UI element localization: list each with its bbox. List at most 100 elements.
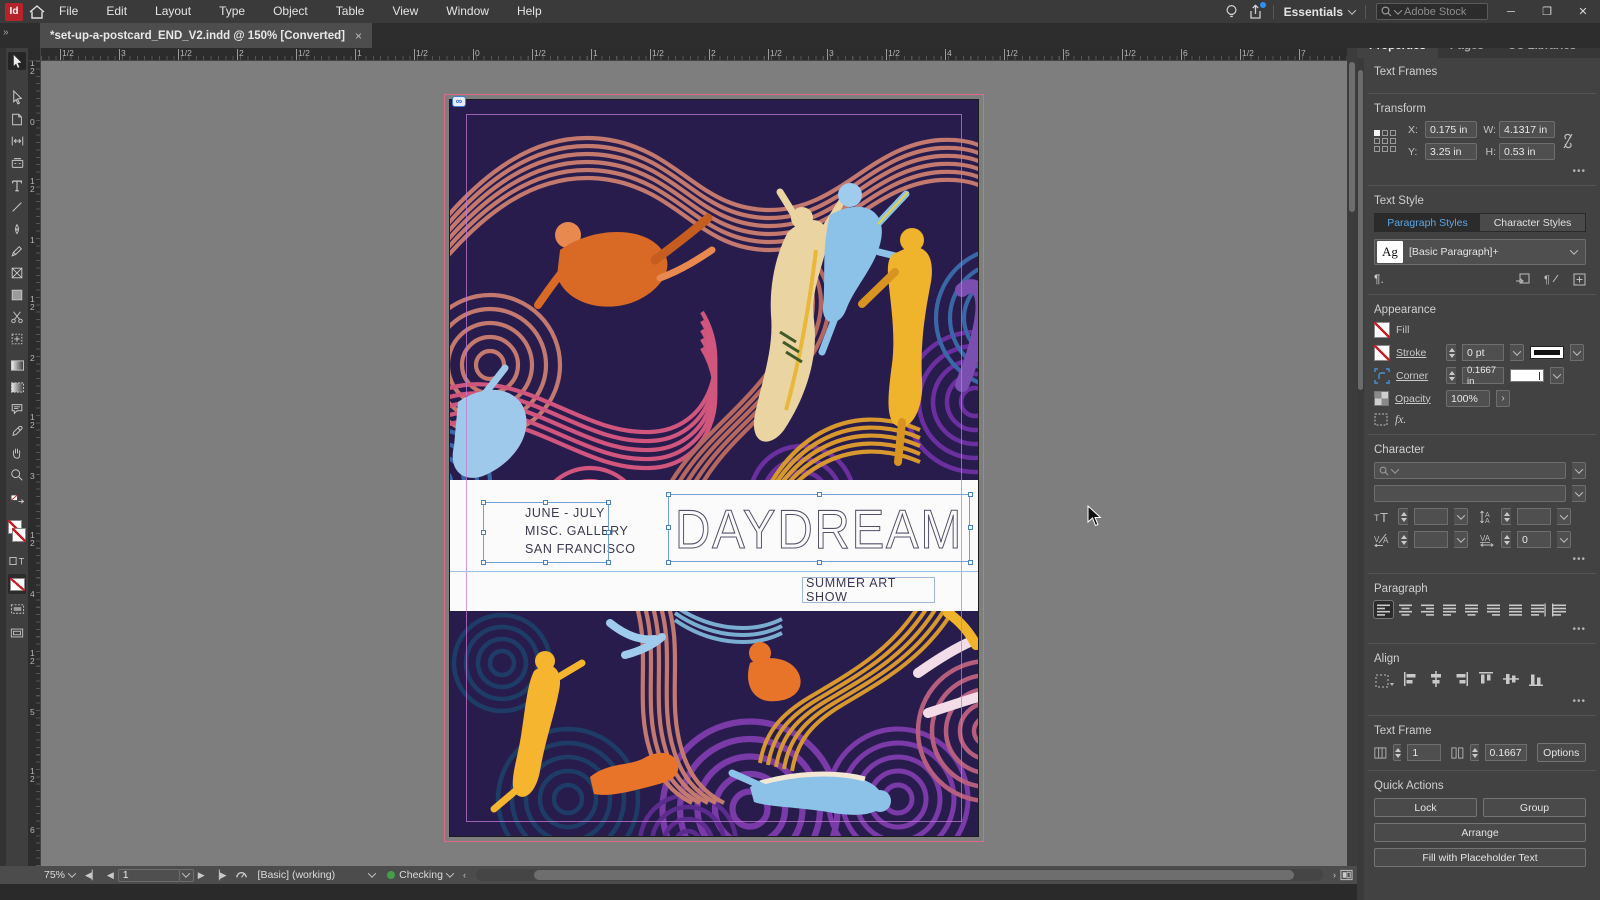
corner-radius-stepper[interactable] bbox=[1446, 367, 1456, 384]
frame-handle[interactable] bbox=[666, 492, 671, 497]
frame-handle[interactable] bbox=[968, 560, 973, 565]
align-left-edges-button[interactable] bbox=[1403, 671, 1419, 690]
tab-paragraph-styles[interactable]: Paragraph Styles bbox=[1375, 214, 1480, 231]
fill-swatch-none[interactable] bbox=[8, 520, 26, 544]
learn-bulb-icon[interactable] bbox=[1225, 4, 1238, 20]
constrain-proportions-icon[interactable] bbox=[1561, 132, 1575, 150]
tracking-input[interactable]: 0 bbox=[1517, 531, 1551, 548]
gradient-swatch-tool[interactable] bbox=[8, 356, 26, 374]
frame-handle[interactable] bbox=[606, 560, 611, 565]
page-tool[interactable] bbox=[8, 110, 26, 128]
paragraph-style-select[interactable]: Ag [Basic Paragraph]+ bbox=[1374, 239, 1586, 265]
align-away-from-spine-button[interactable] bbox=[1550, 601, 1569, 618]
tab-close-icon[interactable]: × bbox=[355, 29, 362, 43]
w-input[interactable]: 4.1317 in bbox=[1499, 121, 1555, 138]
last-page-button[interactable]: ▕▶ bbox=[209, 870, 231, 881]
paragraph-more-options[interactable]: ••• bbox=[1374, 624, 1586, 635]
menu-view[interactable]: View bbox=[378, 0, 432, 23]
title-text-frame[interactable] bbox=[668, 494, 970, 562]
object-style-icon[interactable] bbox=[1374, 413, 1389, 426]
style-override-icon[interactable]: ¶ bbox=[1544, 273, 1559, 285]
x-input[interactable]: 0.175 in bbox=[1425, 121, 1477, 138]
frame-handle[interactable] bbox=[481, 530, 486, 535]
opacity-input[interactable]: 100% bbox=[1446, 390, 1490, 407]
align-bottom-edges-button[interactable] bbox=[1528, 671, 1544, 690]
default-fill-stroke-icon[interactable] bbox=[8, 491, 26, 509]
leading-stepper[interactable] bbox=[1501, 508, 1511, 525]
dates-text-frame[interactable] bbox=[483, 502, 609, 563]
arrange-button[interactable]: Arrange bbox=[1374, 823, 1586, 842]
document-tab[interactable]: *set-up-a-postcard_END_V2.indd @ 150% [C… bbox=[40, 23, 372, 48]
stroke-link[interactable]: Stroke bbox=[1396, 347, 1440, 359]
opacity-link[interactable]: Opacity bbox=[1395, 393, 1440, 405]
rectangle-frame-tool[interactable] bbox=[8, 264, 26, 282]
rectangle-tool[interactable] bbox=[8, 286, 26, 304]
redefine-style-icon[interactable] bbox=[1515, 273, 1530, 285]
frame-handle[interactable] bbox=[481, 500, 486, 505]
corner-shape-swatch[interactable] bbox=[1510, 369, 1544, 382]
align-vertical-centers-button[interactable] bbox=[1503, 671, 1519, 690]
lock-button[interactable]: Lock bbox=[1374, 798, 1477, 817]
scrollbar-thumb[interactable] bbox=[1349, 62, 1355, 212]
corner-link[interactable]: Corner bbox=[1396, 370, 1440, 382]
menu-file[interactable]: File bbox=[45, 0, 92, 23]
frame-handle[interactable] bbox=[543, 500, 548, 505]
share-icon[interactable] bbox=[1248, 1, 1266, 20]
menu-edit[interactable]: Edit bbox=[92, 0, 141, 23]
gutter-stepper[interactable] bbox=[1469, 744, 1479, 761]
frame-handle[interactable] bbox=[968, 492, 973, 497]
first-page-button[interactable]: ◀▏ bbox=[81, 870, 103, 881]
formatting-toggle[interactable]: T bbox=[8, 552, 26, 570]
free-transform-tool[interactable] bbox=[8, 330, 26, 348]
stroke-weight-input[interactable]: 0 pt bbox=[1462, 344, 1504, 361]
align-right-button[interactable] bbox=[1418, 601, 1437, 618]
horizontal-scrollbar[interactable] bbox=[475, 869, 1323, 881]
align-center-button[interactable] bbox=[1396, 601, 1415, 618]
menu-layout[interactable]: Layout bbox=[141, 0, 205, 23]
frame-handle[interactable] bbox=[606, 530, 611, 535]
restore-button[interactable]: ❐ bbox=[1534, 0, 1560, 23]
corner-shape-dropdown[interactable] bbox=[1550, 367, 1564, 384]
menu-help[interactable]: Help bbox=[503, 0, 556, 23]
scissors-tool[interactable] bbox=[8, 308, 26, 326]
transform-more-options[interactable]: ••• bbox=[1374, 166, 1586, 177]
note-tool[interactable] bbox=[8, 400, 26, 418]
apply-none-button[interactable] bbox=[8, 574, 26, 594]
menu-table[interactable]: Table bbox=[322, 0, 379, 23]
align-horizontal-centers-button[interactable] bbox=[1428, 671, 1444, 690]
frame-handle[interactable] bbox=[481, 560, 486, 565]
frame-handle[interactable] bbox=[666, 525, 671, 530]
screen-mode-icon[interactable] bbox=[8, 600, 26, 618]
leading-input[interactable] bbox=[1517, 508, 1551, 525]
gap-tool[interactable] bbox=[8, 132, 26, 150]
canvas-vertical-scrollbar[interactable] bbox=[1347, 48, 1357, 866]
frame-handle[interactable] bbox=[817, 492, 822, 497]
reference-point-grid[interactable] bbox=[1374, 129, 1396, 152]
scroll-right-arrow[interactable]: › bbox=[1329, 870, 1340, 880]
columns-input[interactable]: 1 bbox=[1407, 744, 1442, 761]
frame-handle[interactable] bbox=[606, 500, 611, 505]
stroke-weight-dropdown[interactable] bbox=[1510, 344, 1524, 361]
frame-handle[interactable] bbox=[666, 560, 671, 565]
selection-tool[interactable] bbox=[8, 52, 26, 70]
stroke-style-dropdown[interactable] bbox=[1570, 344, 1584, 361]
gradient-feather-tool[interactable] bbox=[8, 378, 26, 396]
opacity-expand-button[interactable]: › bbox=[1496, 390, 1510, 407]
font-size-dropdown[interactable] bbox=[1454, 508, 1468, 525]
preview-mode-icon[interactable] bbox=[8, 624, 26, 642]
stroke-swatch-icon[interactable] bbox=[1374, 344, 1390, 361]
scrollbar-thumb[interactable] bbox=[533, 870, 1294, 880]
align-left-button[interactable] bbox=[1373, 600, 1394, 619]
justify-last-right-button[interactable] bbox=[1484, 601, 1503, 618]
workspace-switcher[interactable]: Essentials bbox=[1284, 5, 1357, 19]
frame-handle[interactable] bbox=[968, 525, 973, 530]
justify-all-button[interactable] bbox=[1506, 601, 1525, 618]
preflight-profile-select[interactable]: [Basic] (working) bbox=[252, 869, 382, 881]
fill-swatch-icon[interactable] bbox=[1374, 322, 1390, 338]
character-more-options[interactable]: ••• bbox=[1374, 554, 1586, 565]
kerning-input[interactable] bbox=[1414, 531, 1448, 548]
pen-tool[interactable] bbox=[8, 220, 26, 238]
corner-radius-input[interactable]: 0.1667 in bbox=[1462, 365, 1504, 387]
toolbar-collapse-icon[interactable]: » bbox=[3, 27, 9, 38]
justify-last-center-button[interactable] bbox=[1462, 601, 1481, 618]
